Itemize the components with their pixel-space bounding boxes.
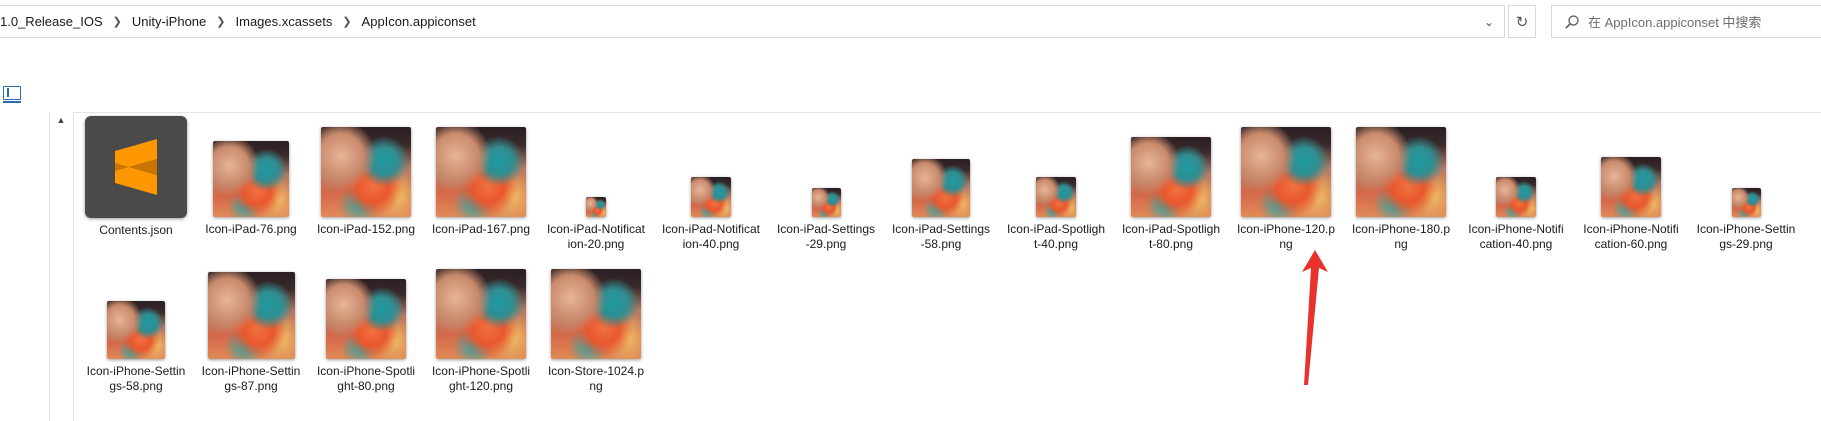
image-thumbnail-icon: [586, 197, 606, 217]
chevron-right-icon: ❯: [342, 16, 352, 28]
breadcrumb: 1.0_Release_IOS ❯ Unity-iPhone ❯ Images.…: [0, 6, 482, 37]
image-thumbnail-icon: [107, 301, 165, 359]
scroll-up-icon[interactable]: ▲: [55, 114, 67, 126]
file-item[interactable]: Icon-iPad-Spotlight-80.png: [1115, 116, 1227, 252]
image-thumbnail-icon: [1131, 137, 1211, 217]
file-name-label: Icon-iPad-152.png: [316, 222, 416, 236]
file-item[interactable]: Icon-iPhone-Settings-87.png: [195, 258, 307, 394]
search-box[interactable]: 在 AppIcon.appiconset 中搜索: [1551, 5, 1821, 38]
file-name-label: Icon-iPhone-Notification-60.png: [1583, 222, 1679, 251]
image-thumbnail-icon: [1496, 177, 1536, 217]
file-item[interactable]: Icon-iPhone-Notification-40.png: [1460, 116, 1572, 252]
navigation-pane-divider: [49, 112, 50, 421]
file-name-label: Icon-iPhone-Notification-40.png: [1468, 222, 1564, 251]
image-thumbnail-icon: [326, 279, 406, 359]
image-thumbnail-icon: [436, 269, 526, 359]
file-item[interactable]: Icon-iPad-Settings-29.png: [770, 116, 882, 252]
file-name-label: Icon-iPad-Settings-58.png: [891, 222, 991, 251]
file-item[interactable]: Icon-iPhone-Settings-58.png: [80, 258, 192, 394]
image-thumbnail-icon: [811, 188, 841, 217]
search-icon: [1562, 12, 1582, 32]
image-thumbnail-icon: [1601, 157, 1661, 217]
file-item[interactable]: Icon-iPad-Notification-40.png: [655, 116, 767, 252]
image-thumbnail-icon: [551, 269, 641, 359]
file-item[interactable]: Icon-iPad-152.png: [310, 116, 422, 252]
file-item[interactable]: Icon-iPad-Notification-20.png: [540, 116, 652, 252]
image-thumbnail-icon: [691, 177, 731, 217]
image-thumbnail-icon: [321, 127, 411, 217]
refresh-icon: ↻: [1515, 13, 1529, 31]
content-border-top: [73, 112, 1821, 113]
file-name-label: Icon-iPhone-Settings-87.png: [201, 364, 301, 393]
file-name-label: Icon-iPhone-Settings-29.png: [1696, 222, 1796, 251]
chevron-down-icon[interactable]: ⌄: [1480, 12, 1498, 32]
file-name-label: Icon-iPhone-Settings-58.png: [86, 364, 186, 393]
file-name-label: Icon-iPad-Notification-40.png: [661, 222, 761, 251]
file-item[interactable]: Icon-iPhone-120.png: [1230, 116, 1342, 252]
file-name-label: Icon-iPhone-180.png: [1351, 222, 1451, 251]
file-name-label: Icon-iPad-Notification-20.png: [546, 222, 646, 251]
file-item[interactable]: Icon-Store-1024.png: [540, 258, 652, 394]
breadcrumb-item-images-xcassets[interactable]: Images.xcassets: [230, 14, 339, 29]
image-thumbnail-icon: [213, 141, 289, 217]
image-thumbnail-icon: [1356, 127, 1446, 217]
file-name-label: Icon-iPhone-Spotlight-120.png: [431, 364, 531, 393]
image-thumbnail-icon: [912, 159, 970, 217]
content-border-left: [73, 112, 74, 421]
image-thumbnail-icon: [1036, 177, 1076, 217]
file-item[interactable]: Icon-iPhone-Settings-29.png: [1690, 116, 1802, 252]
file-name-label: Icon-iPad-Spotlight-80.png: [1121, 222, 1221, 251]
image-thumbnail-icon: [436, 127, 526, 217]
image-thumbnail-icon: [1731, 188, 1761, 217]
file-item[interactable]: Icon-iPad-76.png: [195, 116, 307, 252]
file-name-label: Icon-iPhone-120.png: [1236, 222, 1336, 251]
annotation-arrow: [1302, 250, 1328, 385]
image-thumbnail-icon: [1241, 127, 1331, 217]
search-placeholder: 在 AppIcon.appiconset 中搜索: [1588, 15, 1762, 30]
file-item[interactable]: Icon-iPad-Spotlight-40.png: [1000, 116, 1112, 252]
file-name-label: Icon-iPad-76.png: [205, 222, 297, 236]
breadcrumb-item-appicon-appiconset[interactable]: AppIcon.appiconset: [356, 14, 482, 29]
file-name-label: Icon-iPhone-Spotlight-80.png: [316, 364, 416, 393]
file-item[interactable]: Icon-iPhone-Notification-60.png: [1575, 116, 1687, 252]
file-item[interactable]: Icon-iPhone-180.png: [1345, 116, 1457, 252]
file-name-label: Icon-iPad-Settings-29.png: [776, 222, 876, 251]
file-item[interactable]: Contents.json: [80, 116, 192, 252]
address-bar[interactable]: 1.0_Release_IOS ❯ Unity-iPhone ❯ Images.…: [0, 5, 1505, 38]
file-grid: Contents.json Icon-iPad-76.png Icon-iPad-1…: [80, 116, 1821, 421]
refresh-button[interactable]: ↻: [1508, 5, 1536, 38]
file-item[interactable]: Icon-iPad-Settings-58.png: [885, 116, 997, 252]
breadcrumb-item-unity-iphone[interactable]: Unity-iPhone: [126, 14, 212, 29]
breadcrumb-item-release-ios[interactable]: 1.0_Release_IOS: [0, 14, 109, 29]
file-item[interactable]: Icon-iPhone-Spotlight-80.png: [310, 258, 422, 394]
sublime-text-icon: [85, 116, 187, 218]
chevron-right-icon: ❯: [112, 16, 122, 28]
file-name-label: Icon-Store-1024.png: [547, 364, 645, 393]
preview-pane-icon[interactable]: [2, 86, 21, 103]
image-thumbnail-icon: [207, 272, 295, 359]
file-item[interactable]: Icon-iPhone-Spotlight-120.png: [425, 258, 537, 394]
chevron-right-icon: ❯: [216, 16, 226, 28]
file-name-label: Icon-iPad-Spotlight-40.png: [1006, 222, 1106, 251]
file-name-label: Contents.json: [99, 223, 173, 237]
file-item[interactable]: Icon-iPad-167.png: [425, 116, 537, 252]
file-name-label: Icon-iPad-167.png: [431, 222, 531, 236]
